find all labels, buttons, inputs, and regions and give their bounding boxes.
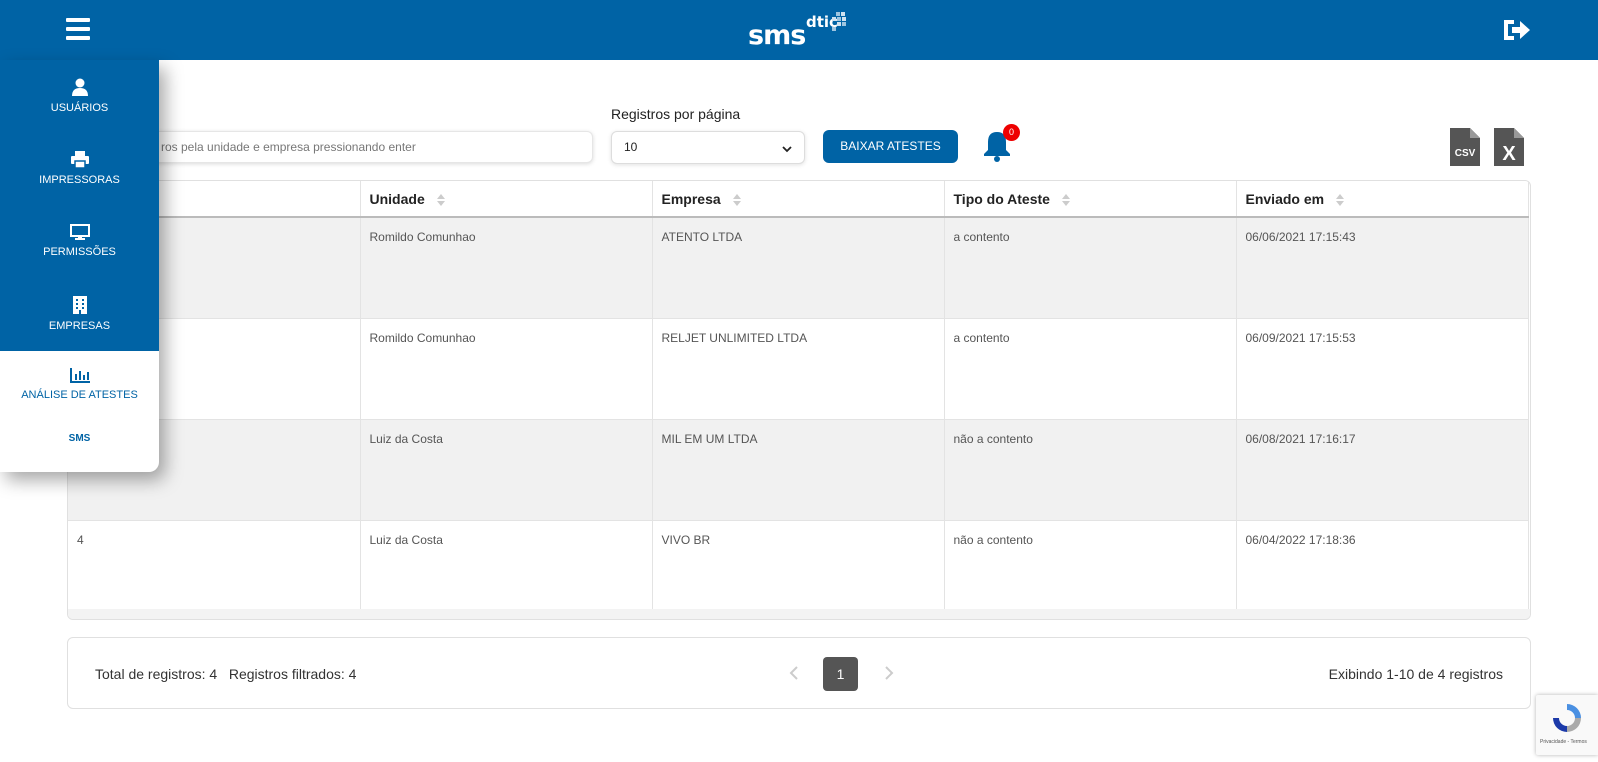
sidebar-item-usuarios[interactable]: USUÁRIOS [0, 78, 159, 114]
cell-unidade: Romildo Comunhao [360, 217, 653, 319]
bar-chart-icon [69, 368, 90, 383]
cell-tipo: não a contento [944, 520, 1237, 619]
recaptcha-text[interactable]: Privacidade - Termos [1540, 739, 1587, 745]
table-row[interactable]: Romildo Comunhao RELJET UNLIMITED LTDA a… [68, 318, 1529, 420]
column-header-enviado-em[interactable]: Enviado em [1236, 181, 1529, 218]
cell-enviado: 06/09/2021 17:15:53 [1236, 318, 1529, 420]
search-placeholder: ros pela unidade e empresa pressionando … [161, 140, 416, 154]
chevron-down-icon [782, 146, 792, 153]
csv-file-icon[interactable]: CSV [1450, 128, 1480, 166]
per-page-label: Registros por página [611, 106, 741, 122]
cell-enviado: 06/04/2022 17:18:36 [1236, 520, 1529, 619]
top-bar: sms dtic [0, 0, 1598, 60]
cell-enviado: 06/08/2021 17:16:17 [1236, 419, 1529, 521]
sort-icon [1061, 193, 1070, 206]
column-header-tipo-do-ateste[interactable]: Tipo do Ateste [944, 181, 1237, 218]
sort-icon [732, 193, 741, 206]
sidebar-menu: USUÁRIOS IMPRESSORAS PERMISSÕES EMPRESAS… [0, 60, 159, 472]
sidebar-item-label: PERMISSÕES [43, 246, 116, 258]
logo-main: sms [748, 20, 806, 51]
cell-empresa: VIVO BR [652, 520, 945, 619]
sidebar-item-label: USUÁRIOS [50, 102, 109, 114]
cell-unidade: Luiz da Costa [360, 419, 653, 521]
cell-tipo: a contento [944, 217, 1237, 319]
per-page-select[interactable]: 10 [611, 131, 805, 164]
logo-pixels-icon [832, 12, 846, 31]
logout-icon[interactable] [1502, 17, 1532, 43]
table-row[interactable]: Luiz da Costa MIL EM UM LTDA não a conte… [68, 419, 1529, 521]
csv-label: CSV [1455, 148, 1476, 159]
hamburger-menu-icon[interactable] [66, 18, 90, 40]
sidebar-item-label: IMPRESSORAS [39, 174, 120, 186]
download-atestes-button[interactable]: BAIXAR ATESTES [823, 130, 958, 163]
excel-file-icon[interactable]: X [1494, 128, 1524, 166]
column-header-empresa[interactable]: Empresa [652, 181, 945, 218]
notification-badge: 0 [1003, 124, 1020, 141]
cell-tipo: não a contento [944, 419, 1237, 521]
cell-unidade: Romildo Comunhao [360, 318, 653, 420]
recaptcha-icon [1553, 704, 1581, 732]
cell-id: 4 [68, 520, 361, 619]
sort-icon [436, 193, 445, 206]
per-page-value: 10 [624, 140, 638, 154]
sidebar-item-label: SMS [68, 433, 91, 444]
cell-empresa: RELJET UNLIMITED LTDA [652, 318, 945, 420]
sidebar-item-label: ANÁLISE DE ATESTES [21, 389, 138, 401]
sidebar-item-sms[interactable]: SMS [0, 433, 159, 444]
cell-empresa: MIL EM UM LTDA [652, 419, 945, 521]
sidebar-item-impressoras[interactable]: IMPRESSORAS [0, 151, 159, 186]
sidebar-item-label: EMPRESAS [48, 320, 111, 332]
cell-tipo: a contento [944, 318, 1237, 420]
monitor-icon [69, 224, 90, 240]
horizontal-scrollbar[interactable] [68, 609, 1530, 619]
column-header-unidade[interactable]: Unidade [360, 181, 653, 218]
xls-label: X [1502, 143, 1516, 165]
printer-icon [70, 151, 89, 168]
table-row[interactable]: 4 Luiz da Costa VIVO BR não a contento 0… [68, 520, 1529, 619]
sort-icon [1335, 193, 1344, 206]
chevron-left-icon[interactable] [788, 665, 800, 681]
records-totals: Total de registros: 4 Registros filtrado… [95, 666, 357, 682]
user-icon [71, 78, 88, 96]
building-icon [72, 296, 87, 314]
chevron-right-icon[interactable] [883, 665, 895, 681]
atestes-table: Unidade Empresa Tipo do Ateste Enviado e… [67, 180, 1531, 620]
records-showing: Exibindo 1-10 de 4 registros [1328, 666, 1503, 682]
recaptcha-badge[interactable]: Privacidade - Termos [1536, 695, 1598, 755]
cell-empresa: ATENTO LTDA [652, 217, 945, 319]
table-header-row: Unidade Empresa Tipo do Ateste Enviado e… [68, 181, 1529, 218]
table-row[interactable]: Romildo Comunhao ATENTO LTDA a contento … [68, 217, 1529, 319]
page-button[interactable]: 1 [823, 657, 858, 691]
sidebar-item-permissoes[interactable]: PERMISSÕES [0, 224, 159, 258]
pagination-footer: Total de registros: 4 Registros filtrado… [67, 637, 1531, 709]
cell-unidade: Luiz da Costa [360, 520, 653, 619]
cell-enviado: 06/06/2021 17:15:43 [1236, 217, 1529, 319]
sidebar-item-analise-de-atestes[interactable]: ANÁLISE DE ATESTES [0, 368, 159, 401]
sidebar-item-empresas[interactable]: EMPRESAS [0, 296, 159, 332]
